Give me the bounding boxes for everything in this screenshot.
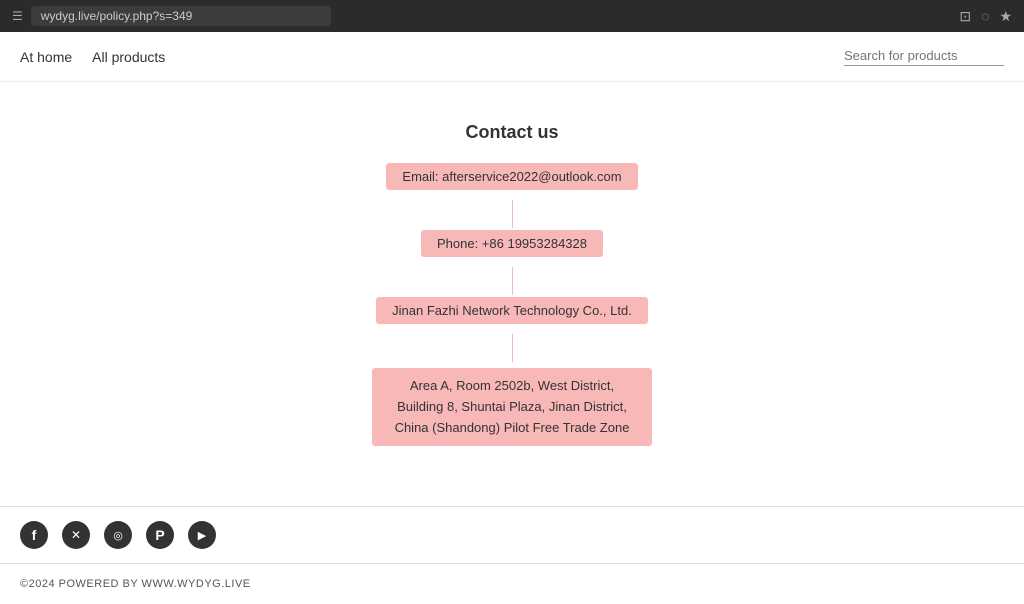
contact-title: Contact us: [465, 122, 558, 143]
search-container: [844, 47, 1004, 66]
eye-off-icon[interactable]: ◌: [981, 8, 989, 25]
separator-2: [512, 267, 513, 295]
contact-phone: Phone: +86 19953284328: [421, 230, 603, 257]
footer-copyright: ©2024 POWERED BY WWW.WYDYG.LIVE: [0, 563, 1024, 604]
contact-address: Area A, Room 2502b, West District, Build…: [372, 368, 652, 446]
translate-icon[interactable]: ⊡: [959, 8, 971, 25]
main-content: Contact us Email: afterservice2022@outlo…: [0, 82, 1024, 506]
footer: f ✕ ◎ P ▶ ©2024 POWERED BY WWW.WYDYG.LIV…: [0, 506, 1024, 604]
separator-1: [512, 200, 513, 228]
youtube-icon[interactable]: ▶: [188, 521, 216, 549]
twitter-icon[interactable]: ✕: [62, 521, 90, 549]
instagram-icon[interactable]: ◎: [104, 521, 132, 549]
star-icon[interactable]: ★: [999, 8, 1012, 25]
facebook-icon[interactable]: f: [20, 521, 48, 549]
browser-chrome: ☰ wydyg.live/policy.php?s=349 ⊡ ◌ ★: [0, 0, 1024, 32]
nav-home[interactable]: At home: [20, 49, 72, 65]
address-bar[interactable]: wydyg.live/policy.php?s=349: [31, 6, 331, 26]
pinterest-icon[interactable]: P: [146, 521, 174, 549]
search-input[interactable]: [844, 48, 1004, 63]
separator-3: [512, 334, 513, 362]
footer-social: f ✕ ◎ P ▶: [0, 507, 1024, 563]
contact-company: Jinan Fazhi Network Technology Co., Ltd.: [376, 297, 648, 324]
nav-products[interactable]: All products: [92, 49, 165, 65]
contact-email: Email: afterservice2022@outlook.com: [386, 163, 637, 190]
browser-icons: ⊡ ◌ ★: [959, 8, 1012, 25]
nav-links: At home All products: [20, 49, 165, 65]
navigation: At home All products: [0, 32, 1024, 82]
